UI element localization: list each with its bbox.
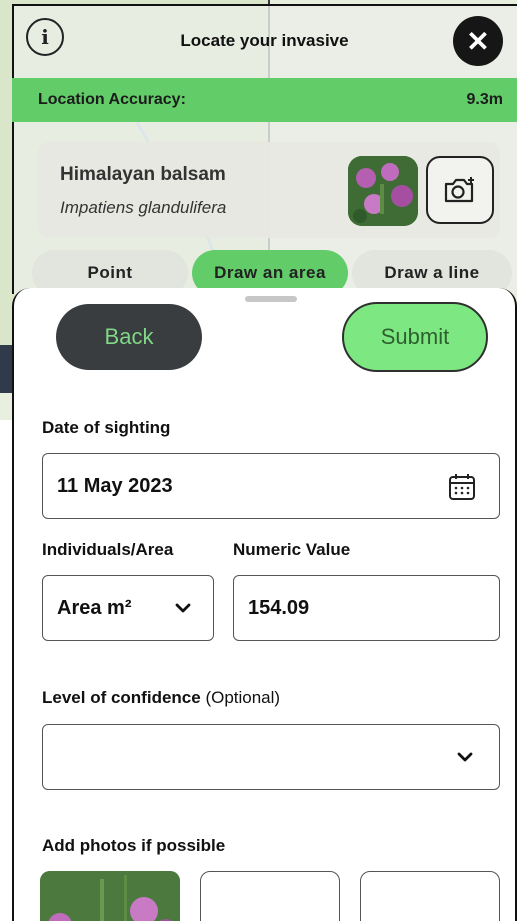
species-card: Himalayan balsam Impatiens glandulifera <box>38 142 500 238</box>
confidence-label-text: Level of confidence <box>42 688 201 707</box>
close-button[interactable]: ✕ <box>453 16 503 66</box>
close-icon: ✕ <box>466 25 490 57</box>
header: Locate your invasive <box>12 6 517 76</box>
individuals-area-select[interactable]: Area m² <box>42 575 214 641</box>
individuals-area-label: Individuals/Area <box>42 540 174 559</box>
tab-point-label: Point <box>87 263 133 282</box>
accuracy-value: 9.3m <box>466 91 503 108</box>
info-icon[interactable]: i <box>26 18 64 56</box>
photo-slot-empty[interactable] <box>360 871 500 921</box>
date-value: 11 May 2023 <box>57 474 173 497</box>
tab-draw-area-label: Draw an area <box>214 263 326 282</box>
species-latin-name: Impatiens glandulifera <box>60 198 227 217</box>
numeric-value-label: Numeric Value <box>233 540 351 559</box>
photo-thumbnail[interactable] <box>40 871 180 921</box>
tab-draw-line-label: Draw a line <box>384 263 480 282</box>
confidence-optional-text: (Optional) <box>205 688 281 707</box>
confidence-label: Level of confidence (Optional) <box>42 688 280 708</box>
add-photo-button[interactable] <box>426 156 494 224</box>
chevron-down-icon <box>457 752 473 762</box>
camera-icon <box>444 177 474 203</box>
species-photo[interactable] <box>348 156 418 226</box>
photos-label: Add photos if possible <box>42 836 226 855</box>
details-sheet: Back Submit Date of sighting 11 May 2023… <box>12 288 517 921</box>
date-field[interactable]: 11 May 2023 <box>42 453 500 519</box>
date-label: Date of sighting <box>42 418 171 437</box>
photo-slot-empty[interactable] <box>200 871 340 921</box>
location-accuracy-bar: Location Accuracy: 9.3m <box>12 78 517 122</box>
species-common-name: Himalayan balsam <box>60 164 226 185</box>
numeric-value-input[interactable]: 154.09 <box>233 575 500 641</box>
numeric-value: 154.09 <box>248 596 310 619</box>
page-title: Locate your invasive <box>180 31 349 50</box>
submit-button[interactable]: Submit <box>342 302 488 372</box>
accuracy-label: Location Accuracy: <box>38 91 186 108</box>
map-edge-strip <box>0 345 12 393</box>
individuals-area-value: Area m² <box>57 596 132 619</box>
chevron-down-icon <box>175 603 191 613</box>
confidence-select[interactable] <box>42 724 500 790</box>
calendar-icon <box>449 474 475 500</box>
sheet-grabber[interactable] <box>245 296 297 302</box>
back-button[interactable]: Back <box>56 304 202 370</box>
